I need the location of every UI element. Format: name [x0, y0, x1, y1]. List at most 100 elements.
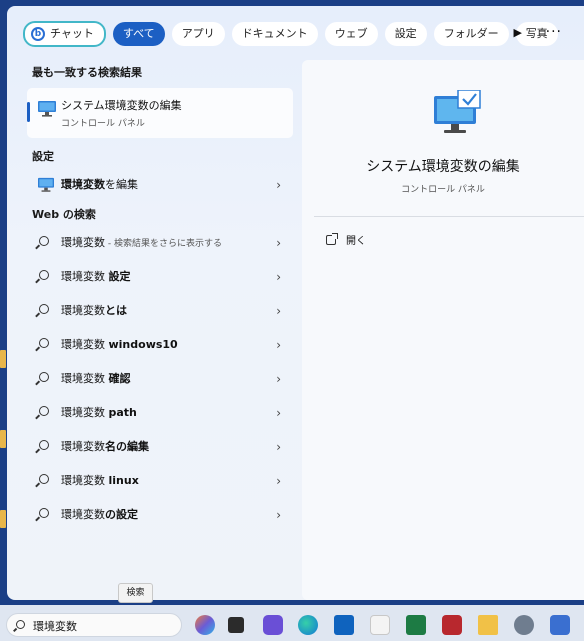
folders-filter-button[interactable]: フォルダー	[433, 22, 509, 46]
documents-filter-button[interactable]: ドキュメント	[231, 22, 318, 46]
monitor-icon	[37, 100, 57, 122]
web-result-label: 環境変数名の編集	[61, 430, 149, 464]
desktop-icon[interactable]	[0, 510, 6, 528]
web-result-item[interactable]: 環境変数 設定 ›	[27, 260, 293, 294]
web-result-label: 環境変数 確認	[61, 362, 131, 396]
selection-accent	[27, 102, 30, 122]
web-result-suffix: 名の編集	[105, 440, 149, 453]
chevron-right-icon: ›	[276, 440, 281, 454]
play-icon[interactable]: ▶	[514, 26, 522, 39]
best-match-title: システム環境変数の編集	[61, 99, 182, 112]
search-flyout: b チャット すべて アプリ ドキュメント ウェブ 設定 フォルダー 写真 ▶ …	[7, 6, 584, 600]
web-result-suffix: とは	[105, 304, 127, 317]
search-icon	[39, 440, 49, 450]
outlook-icon[interactable]	[334, 615, 354, 635]
filter-bar: b チャット すべて アプリ ドキュメント ウェブ 設定 フォルダー 写真 ▶ …	[23, 20, 576, 48]
task-view-icon[interactable]	[228, 617, 244, 633]
web-result-label: 環境変数の設定	[61, 498, 138, 532]
divider	[314, 216, 584, 217]
web-result-suffix: 設定	[108, 270, 131, 283]
web-result-item[interactable]: 環境変数の設定 ›	[27, 498, 293, 532]
web-filter-button[interactable]: ウェブ	[324, 22, 378, 46]
web-result-term: 環境変数	[61, 304, 105, 317]
web-result-item[interactable]: 環境変数とは ›	[27, 294, 293, 328]
web-result-item[interactable]: 環境変数 windows10 ›	[27, 328, 293, 362]
search-icon	[39, 508, 49, 518]
web-result-term: 環境変数	[61, 236, 105, 249]
monitor-check-icon	[432, 89, 482, 142]
gear-icon[interactable]	[514, 615, 534, 635]
person-icon[interactable]	[550, 615, 570, 635]
settings-item-label: 環境変数を編集	[61, 168, 138, 202]
web-result-label: 環境変数とは	[61, 294, 127, 328]
more-options-icon[interactable]: ···	[546, 24, 562, 40]
web-result-term: 環境変数	[61, 406, 109, 419]
web-search-heading: Web の検索	[32, 208, 96, 221]
open-external-icon	[326, 232, 338, 245]
web-result-hint: - 検索結果をさらに表示する	[105, 239, 222, 249]
copilot-icon[interactable]	[195, 615, 215, 635]
search-icon	[39, 406, 49, 416]
search-icon	[39, 474, 49, 484]
web-result-suffix: linux	[108, 474, 139, 487]
monitor-icon	[37, 177, 54, 193]
excel-icon[interactable]	[406, 615, 426, 635]
web-result-term: 環境変数	[61, 372, 109, 385]
settings-item[interactable]: 環境変数を編集 ›	[27, 168, 293, 202]
web-result-item[interactable]: 環境変数 確認 ›	[27, 362, 293, 396]
search-icon	[39, 236, 49, 246]
search-icon	[16, 620, 25, 629]
web-result-term: 環境変数	[61, 508, 105, 521]
edge-icon[interactable]	[298, 615, 318, 635]
web-result-label: 環境変数 - 検索結果をさらに表示する	[61, 226, 222, 260]
web-result-term: 環境変数	[61, 270, 109, 283]
taskbar-search-input[interactable]	[33, 617, 173, 634]
chat-filter-button[interactable]: b チャット	[23, 21, 106, 47]
settings-heading: 設定	[32, 150, 54, 163]
all-filter-button[interactable]: すべて	[112, 22, 165, 46]
copilot-icon: b	[31, 27, 45, 41]
search-icon	[39, 372, 49, 382]
search-tooltip: 検索	[118, 583, 153, 603]
web-result-item[interactable]: 環境変数 linux ›	[27, 464, 293, 498]
desktop-icon[interactable]	[0, 430, 6, 448]
best-match-subtitle: コントロール パネル	[61, 119, 145, 129]
file-explorer-icon[interactable]	[478, 615, 498, 635]
open-label: 開く	[346, 236, 366, 247]
settings-item-action: を編集	[105, 178, 138, 191]
taskbar-search-box[interactable]	[6, 613, 182, 637]
chevron-right-icon: ›	[276, 508, 281, 522]
chevron-right-icon: ›	[276, 474, 281, 488]
chevron-right-icon: ›	[276, 304, 281, 318]
taskbar	[0, 605, 584, 641]
web-result-label: 環境変数 linux	[61, 464, 139, 498]
search-icon	[39, 338, 49, 348]
chevron-right-icon: ›	[276, 338, 281, 352]
chevron-right-icon: ›	[276, 178, 281, 192]
web-result-suffix: の設定	[105, 508, 138, 521]
results-list: 最も一致する検索結果 システム環境変数の編集 コントロール パネル 設定 環境変…	[7, 62, 299, 532]
open-action[interactable]: 開く	[326, 232, 366, 247]
web-result-term: 環境変数	[61, 338, 109, 351]
chevron-right-icon: ›	[276, 406, 281, 420]
preview-subtitle: コントロール パネル	[401, 185, 485, 195]
chevron-right-icon: ›	[276, 372, 281, 386]
meet-icon[interactable]	[263, 615, 283, 635]
web-result-item[interactable]: 環境変数 - 検索結果をさらに表示する ›	[27, 226, 293, 260]
web-result-suffix: windows10	[108, 338, 178, 351]
web-result-term: 環境変数	[61, 474, 109, 487]
itunes-icon[interactable]	[370, 615, 390, 635]
settings-filter-button[interactable]: 設定	[384, 22, 427, 46]
search-icon	[39, 304, 49, 314]
preview-pane: システム環境変数の編集 コントロール パネル 開く	[302, 60, 584, 600]
web-result-suffix: path	[108, 406, 137, 419]
best-match-item[interactable]: システム環境変数の編集 コントロール パネル	[27, 88, 293, 138]
web-result-item[interactable]: 環境変数名の編集 ›	[27, 430, 293, 464]
web-result-item[interactable]: 環境変数 path ›	[27, 396, 293, 430]
chevron-right-icon: ›	[276, 236, 281, 250]
apps-filter-button[interactable]: アプリ	[171, 22, 225, 46]
desktop-icon[interactable]	[0, 350, 6, 368]
preview-title: システム環境変数の編集	[366, 159, 520, 175]
chevron-right-icon: ›	[276, 270, 281, 284]
app-icon[interactable]	[442, 615, 462, 635]
